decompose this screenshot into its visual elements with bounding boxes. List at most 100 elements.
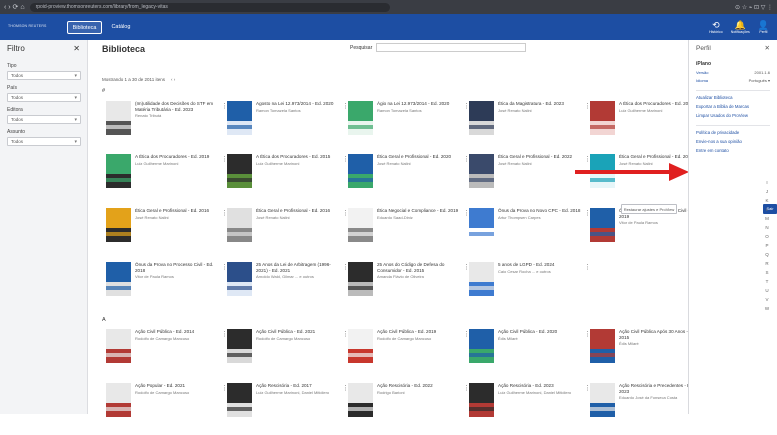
- alphabet-letter[interactable]: Q: [761, 252, 773, 257]
- book-title[interactable]: Ética Geral e Profissional - Ed. 2022: [498, 154, 584, 160]
- book-cover[interactable]: [590, 101, 615, 135]
- book-card[interactable]: Ação Civil Pública - Ed. 2021 Rodolfo de …: [227, 329, 351, 381]
- book-card[interactable]: 25 Anos da Lei de Arbitragem (1996-2021)…: [227, 262, 351, 314]
- book-cover[interactable]: [590, 329, 615, 363]
- book-title[interactable]: A Ética dos Procuradores - Ed. 2015: [256, 154, 342, 160]
- history-button[interactable]: ⟲ Histórico: [709, 20, 723, 34]
- book-title[interactable]: Ação Rescisória - Ed. 2017: [256, 383, 342, 389]
- search-input[interactable]: [376, 43, 527, 52]
- profile-link[interactable]: Exportar a Bíblia de Marcas: [696, 104, 770, 109]
- book-cover[interactable]: [348, 208, 373, 242]
- book-title[interactable]: Agosto na Lei 12.973/2014 - Ed. 2020: [256, 101, 342, 107]
- tab-catalogo[interactable]: Catálog: [106, 21, 135, 34]
- alphabet-letter[interactable]: N: [761, 225, 773, 230]
- proview-logo[interactable]: THOMSON REUTERS PROVIEW: [8, 25, 146, 66]
- book-cover[interactable]: [227, 154, 252, 188]
- profile-link[interactable]: Entre em contato: [696, 148, 770, 153]
- book-title[interactable]: A Ética dos Procuradores - Ed. 2019: [135, 154, 221, 160]
- alphabet-letter[interactable]: U: [761, 288, 773, 293]
- book-card[interactable]: Ética da Magistratura - Ed. 2023 José Ren…: [469, 101, 593, 153]
- book-cover[interactable]: [348, 154, 373, 188]
- book-cover[interactable]: [348, 262, 373, 296]
- filter-select[interactable]: Todos: [7, 93, 81, 102]
- book-card[interactable]: Agosto na Lei 12.973/2014 - Ed. 2020 Ramo…: [227, 101, 351, 153]
- notifications-button[interactable]: 🔔 Notificações: [731, 20, 750, 34]
- book-card[interactable]: Ação Civil Pública - Ed. 2019 Rodolfo de …: [348, 329, 472, 381]
- book-cover[interactable]: [106, 154, 131, 188]
- book-cover[interactable]: [106, 383, 131, 417]
- book-title[interactable]: Ônus da Prova no Novo CPC - Ed. 2018: [498, 208, 584, 214]
- profile-link[interactable]: Atualizar Biblioteca: [696, 95, 770, 100]
- alphabet-letter[interactable]: T: [761, 279, 773, 284]
- book-card[interactable]: A Ética dos Procuradores - Ed. 2019 Luiz …: [106, 154, 230, 206]
- book-title[interactable]: Ação Civil Pública - Ed. 2014: [135, 329, 221, 335]
- book-card[interactable]: Ação Rescisória - Ed. 2023 Luiz Guilherme…: [469, 383, 593, 435]
- book-title[interactable]: Ética Negocial e Compliance - Ed. 2019: [377, 208, 463, 214]
- book-card[interactable]: 25 Anos do Código de Defesa do Consumido…: [348, 262, 472, 314]
- book-cover[interactable]: [227, 208, 252, 242]
- book-card[interactable]: (Im)utilidade dos Decisões do STF em Mat…: [106, 101, 230, 153]
- book-card[interactable]: Ação Popular - Ed. 2021 Rodolfo de Camarg…: [106, 383, 230, 435]
- book-cover[interactable]: [106, 208, 131, 242]
- alphabet-letter[interactable]: L: [761, 207, 773, 212]
- pager-arrows[interactable]: ‹ ›: [171, 77, 175, 82]
- book-card[interactable]: Ação Rescisória - Ed. 2017 Luiz Guilherme…: [227, 383, 351, 435]
- profile-button[interactable]: 👤 Perfil: [758, 20, 769, 34]
- book-cover[interactable]: [590, 383, 615, 417]
- book-title[interactable]: Ágio na Lei 12.973/2014 - Ed. 2020: [377, 101, 463, 107]
- tab-biblioteca[interactable]: Biblioteca: [66, 20, 103, 34]
- book-title[interactable]: Ética Geral e Profissional - Ed. 2016: [135, 208, 221, 214]
- book-card[interactable]: Ética Geral e Profissional - Ed. 2016 Jos…: [106, 208, 230, 260]
- close-icon[interactable]: ✕: [73, 44, 80, 53]
- filter-select[interactable]: Todos: [7, 115, 81, 124]
- book-title[interactable]: Ônus da Prova no Processo Civil - Ed. 20…: [135, 262, 221, 273]
- book-title[interactable]: (Im)utilidade dos Decisões do STF em Mat…: [135, 101, 221, 112]
- book-title[interactable]: 25 Anos da Lei de Arbitragem (1996-2021)…: [256, 262, 342, 273]
- alphabet-letter[interactable]: S: [761, 270, 773, 275]
- book-cover[interactable]: [106, 262, 131, 296]
- book-card[interactable]: Ônus da Prova no Novo CPC - Ed. 2018 Artu…: [469, 208, 593, 260]
- reset-proview-button[interactable]: Restaurar ajustes e ProView: [621, 204, 677, 214]
- alphabet-letter[interactable]: W: [761, 306, 773, 311]
- filter-select[interactable]: Todos: [7, 71, 81, 80]
- setting-value[interactable]: Português ▾: [749, 78, 770, 83]
- book-title[interactable]: 5 anos de LGPD - Ed. 2024: [498, 262, 584, 268]
- alphabet-letter[interactable]: J: [761, 189, 773, 194]
- profile-link[interactable]: Envie-nos a sua opinião: [696, 139, 770, 144]
- book-cover[interactable]: [469, 262, 494, 296]
- profile-link[interactable]: Política de privacidade: [696, 130, 770, 135]
- alphabet-letter[interactable]: M: [761, 216, 773, 221]
- book-cover[interactable]: [469, 208, 494, 242]
- book-cover[interactable]: [348, 101, 373, 135]
- profile-link[interactable]: Limpar Usados do ProView: [696, 113, 770, 118]
- book-card[interactable]: 5 anos de LGPD - Ed. 2024 Caio Cesar Roch…: [469, 262, 593, 314]
- book-card[interactable]: Ética Geral e Profissional - Ed. 2016 Jos…: [227, 208, 351, 260]
- book-title[interactable]: Ação Civil Pública - Ed. 2020: [498, 329, 584, 335]
- filter-select[interactable]: Todos: [7, 137, 81, 146]
- book-cover[interactable]: [590, 208, 615, 242]
- book-cover[interactable]: [469, 101, 494, 135]
- book-cover[interactable]: [227, 329, 252, 363]
- book-title[interactable]: Ação Civil Pública - Ed. 2021: [256, 329, 342, 335]
- book-card[interactable]: Ética Geral e Profissional - Ed. 2020 Jos…: [348, 154, 472, 206]
- book-cover[interactable]: [227, 383, 252, 417]
- more-options-icon[interactable]: ⋮: [584, 263, 591, 271]
- alphabet-letter[interactable]: P: [761, 243, 773, 248]
- setting-value[interactable]: 2001.1.6: [754, 70, 770, 75]
- book-title[interactable]: Ação Rescisória - Ed. 2022: [377, 383, 463, 389]
- book-cover[interactable]: [227, 101, 252, 135]
- book-card[interactable]: Ágio na Lei 12.973/2014 - Ed. 2020 Ramon …: [348, 101, 472, 153]
- book-cover[interactable]: [106, 101, 131, 135]
- alphabet-letter[interactable]: K: [761, 198, 773, 203]
- book-title[interactable]: Ação Civil Pública - Ed. 2019: [377, 329, 463, 335]
- book-cover[interactable]: [348, 329, 373, 363]
- alphabet-letter[interactable]: I: [761, 180, 773, 185]
- book-title[interactable]: Ética Geral e Profissional - Ed. 2020: [377, 154, 463, 160]
- book-cover[interactable]: [227, 262, 252, 296]
- book-card[interactable]: Ônus da Prova no Processo Civil - Ed. 20…: [106, 262, 230, 314]
- book-card[interactable]: A Ética dos Procuradores - Ed. 2015 Luiz …: [227, 154, 351, 206]
- browser-nav-buttons[interactable]: ‹ › ⟳ ⌂: [4, 3, 25, 11]
- book-cover[interactable]: [469, 154, 494, 188]
- book-cover[interactable]: [469, 383, 494, 417]
- book-title[interactable]: Ação Popular - Ed. 2021: [135, 383, 221, 389]
